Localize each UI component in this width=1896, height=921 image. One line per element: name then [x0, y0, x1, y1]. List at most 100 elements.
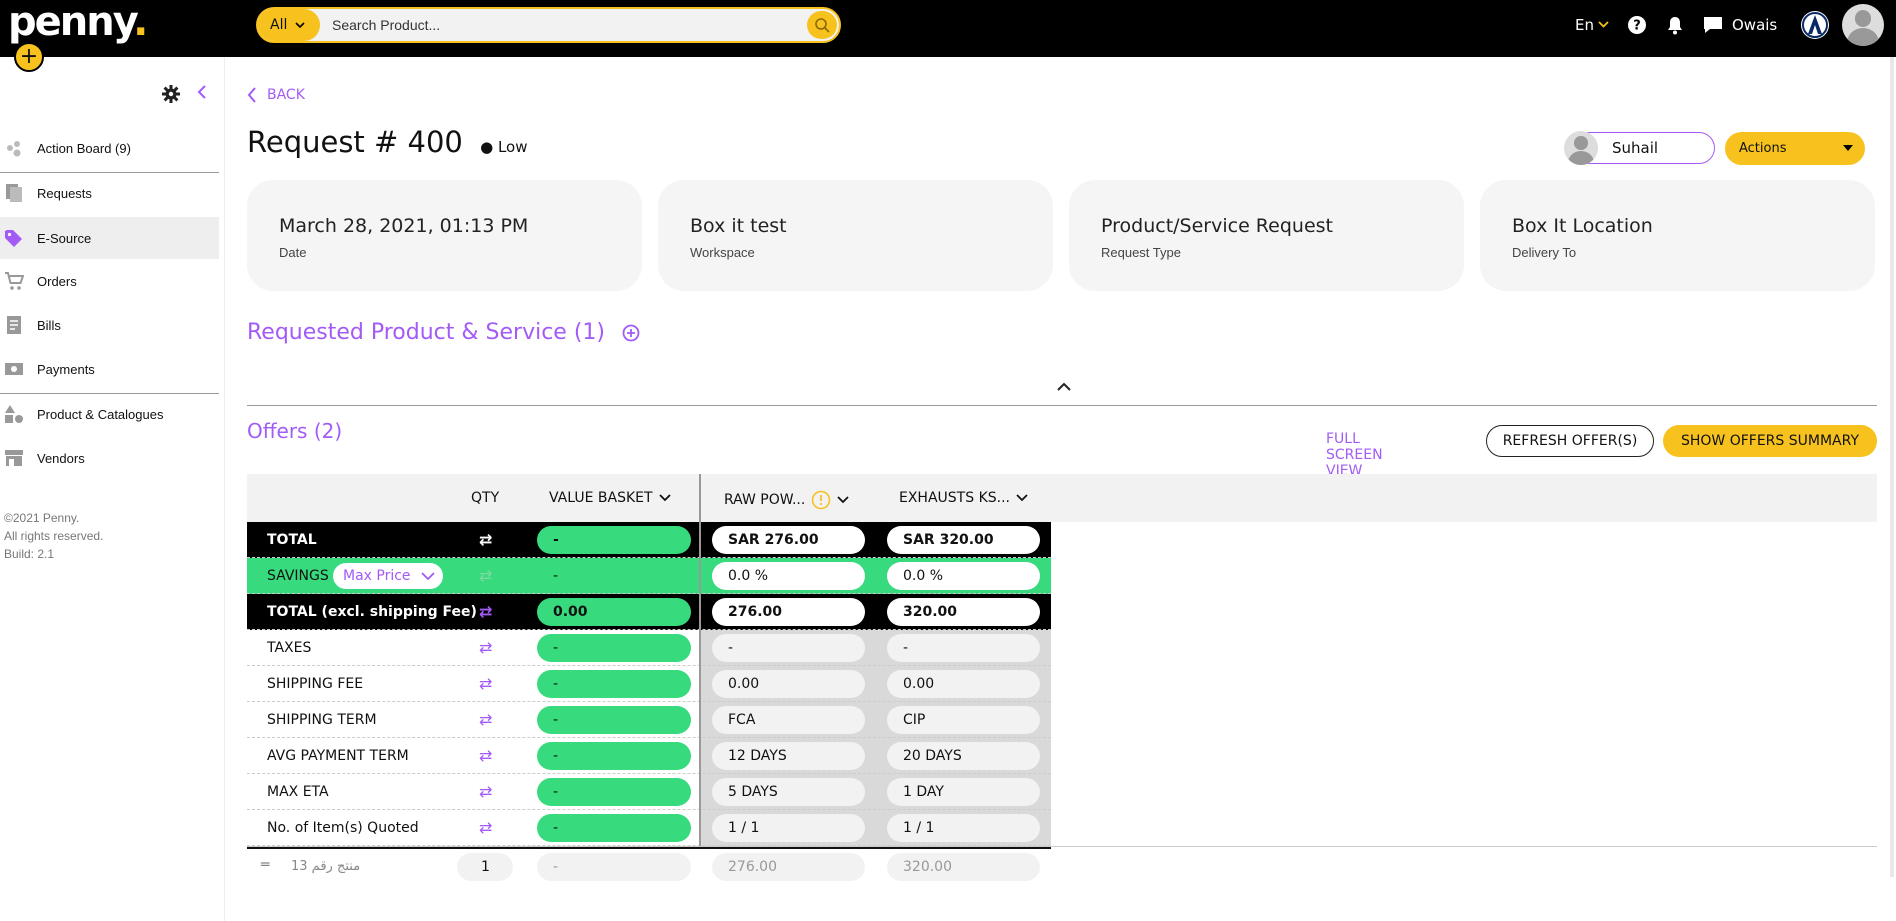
back-link[interactable]: BACK [247, 87, 305, 103]
offer-2-value: 320.00 [887, 598, 1040, 626]
date-card: March 28, 2021, 01:13 PM Date [247, 180, 642, 291]
basket-value: 0.00 [537, 598, 691, 626]
search-scope-label: All [270, 17, 288, 33]
page-title: Request # 400 ● Low [247, 125, 528, 159]
row-label: No. of Item(s) Quoted [267, 820, 419, 836]
sidebar-item-e-source[interactable]: E-Source [0, 217, 219, 259]
offer-2-value: - [887, 634, 1040, 662]
swap-icon[interactable]: ⇄ [479, 710, 492, 729]
chat-button[interactable]: Owais [1702, 0, 1777, 50]
row-label: MAX ETA [267, 784, 329, 800]
offer-2-value: SAR 320.00 [887, 526, 1040, 554]
swap-icon[interactable]: ⇄ [479, 674, 492, 693]
sidebar-item-requests[interactable]: Requests [0, 172, 219, 214]
swap-icon[interactable]: ⇄ [479, 782, 492, 801]
sidebar-item-label: Orders [37, 273, 77, 289]
swap-icon[interactable]: ⇄ [479, 566, 492, 585]
cash-icon [5, 363, 23, 375]
section-divider [247, 405, 1877, 406]
search-scope-select[interactable]: All [258, 9, 320, 41]
delivery-card: Box It Location Delivery To [1480, 180, 1875, 291]
rights-text: All rights reserved. [4, 529, 104, 543]
build-text: Build: 2.1 [4, 547, 55, 561]
add-circle-icon[interactable] [622, 324, 640, 342]
item-row[interactable]: ═ منتج رقم 13 1 - 276.00 320.00 [247, 849, 1051, 885]
company-logo[interactable] [1800, 0, 1830, 50]
item-name: منتج رقم 13 [291, 859, 361, 874]
card-value: March 28, 2021, 01:13 PM [279, 215, 529, 237]
sidebar-item-payments[interactable]: Payments [0, 348, 219, 390]
caret-down-icon [1843, 145, 1853, 151]
savings-type-label: Max Price [343, 568, 411, 584]
swap-icon[interactable]: ⇄ [479, 746, 492, 765]
actions-label: Actions [1739, 141, 1787, 156]
notifications-button[interactable] [1666, 0, 1684, 50]
company-logo-icon [1801, 11, 1829, 39]
card-label: Request Type [1101, 245, 1181, 260]
item-offer-2-value: 320.00 [887, 853, 1040, 881]
total-excl-shipping-row: TOTAL (excl. shipping Fee) ⇄ 0.00 276.00… [247, 594, 1051, 630]
full-screen-view-link[interactable]: FULL SCREEN VIEW [1326, 431, 1383, 479]
qty-column-header: QTY [471, 490, 500, 506]
search-input[interactable] [332, 9, 802, 41]
assignee-avatar [1564, 131, 1598, 165]
offer-1-value: 12 DAYS [712, 742, 865, 770]
bell-icon [1668, 17, 1682, 35]
drag-handle-icon[interactable]: ═ [261, 857, 269, 873]
value-basket-column-header[interactable]: VALUE BASKET [549, 490, 671, 506]
search-button[interactable] [807, 11, 837, 39]
column-header-label: EXHAUSTS KS... [899, 490, 1010, 506]
collapse-sidebar-icon[interactable] [197, 85, 207, 99]
offer-1-value: FCA [712, 706, 865, 734]
sidebar-item-bills[interactable]: Bills [0, 304, 219, 346]
basket-value: - [537, 562, 691, 590]
priority-label: Low [497, 138, 528, 156]
action-board-icon [7, 141, 21, 157]
scrollbar[interactable] [1890, 57, 1894, 877]
sidebar-item-orders[interactable]: Orders [0, 260, 219, 302]
document-icon [6, 184, 22, 202]
swap-icon[interactable]: ⇄ [479, 602, 492, 621]
settings-icon[interactable] [162, 85, 180, 103]
basket-value: - [537, 742, 691, 770]
sidebar-item-action-board[interactable]: Action Board (9) [0, 127, 219, 169]
swap-icon[interactable]: ⇄ [479, 530, 492, 549]
user-avatar-button[interactable] [1842, 0, 1884, 50]
item-qty[interactable]: 1 [457, 853, 513, 881]
column-header-label: VALUE BASKET [549, 490, 653, 506]
svg-text:?: ? [1633, 19, 1641, 34]
language-select[interactable]: En [1575, 0, 1609, 50]
penny-logo[interactable]: penny. [8, 0, 148, 44]
bill-icon [7, 316, 21, 334]
basket-value: - [537, 706, 691, 734]
sidebar-item-label: Vendors [37, 450, 85, 466]
request-type-card: Product/Service Request Request Type [1069, 180, 1464, 291]
row-label: AVG PAYMENT TERM [267, 748, 409, 764]
swap-icon[interactable]: ⇄ [479, 818, 492, 837]
assignee-name: Suhail [1612, 139, 1659, 157]
card-label: Date [279, 245, 307, 260]
sidebar-item-label: Payments [37, 361, 95, 377]
swap-icon[interactable]: ⇄ [479, 638, 492, 657]
sidebar-footer: ©2021 Penny. All rights reserved. Build:… [4, 509, 103, 563]
avg-payment-term-row: AVG PAYMENT TERM ⇄ - 12 DAYS 20 DAYS [247, 738, 1051, 774]
card-value: Box it test [690, 215, 787, 237]
create-new-button[interactable]: + [14, 42, 44, 72]
refresh-offers-button[interactable]: REFRESH OFFER(S) [1486, 425, 1654, 457]
offer-1-column-header[interactable]: RAW POW... [724, 490, 849, 510]
show-offers-summary-button[interactable]: SHOW OFFERS SUMMARY [1663, 425, 1877, 457]
collapse-chevron-icon[interactable] [1057, 382, 1071, 391]
help-button[interactable]: ? [1627, 0, 1647, 50]
store-icon [5, 450, 23, 466]
actions-dropdown[interactable]: Actions [1725, 132, 1865, 165]
items-quoted-row: No. of Item(s) Quoted ⇄ - 1 / 1 1 / 1 [247, 810, 1051, 846]
savings-type-select[interactable]: Max Price [333, 563, 443, 589]
offer-1-value: - [712, 634, 865, 662]
search-bar: All [256, 7, 841, 43]
chevron-down-icon [658, 494, 671, 502]
assignee-select[interactable]: Suhail [1564, 131, 1715, 165]
sidebar-item-vendors[interactable]: Vendors [0, 437, 219, 479]
offer-2-column-header[interactable]: EXHAUSTS KS... [899, 490, 1028, 506]
sidebar-item-product-catalogues[interactable]: Product & Catalogues [0, 393, 219, 435]
language-label: En [1575, 16, 1594, 34]
